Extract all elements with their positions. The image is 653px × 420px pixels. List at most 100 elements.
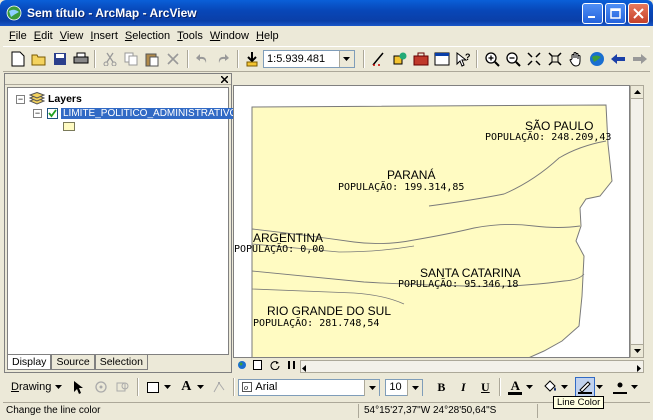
chevron-down-icon[interactable] bbox=[407, 379, 423, 396]
pause-drawing-icon[interactable] bbox=[288, 360, 296, 373]
cut-icon[interactable] bbox=[100, 49, 119, 69]
chevron-down-icon[interactable] bbox=[55, 385, 63, 389]
pan-hand-icon[interactable] bbox=[567, 49, 586, 69]
bold-button[interactable]: B bbox=[431, 377, 451, 397]
font-family-combo[interactable]: o Arial bbox=[238, 378, 381, 396]
scroll-up-button[interactable] bbox=[631, 86, 643, 99]
map-scale-combo[interactable]: 1:5.939.481 bbox=[263, 50, 355, 68]
chevron-down-icon[interactable] bbox=[364, 379, 380, 396]
back-arrow-icon[interactable] bbox=[609, 49, 628, 69]
scroll-down-button[interactable] bbox=[631, 344, 643, 357]
line-color-pen-icon[interactable] bbox=[575, 377, 596, 397]
tab-selection[interactable]: Selection bbox=[94, 355, 148, 370]
tab-display[interactable]: Display bbox=[7, 355, 52, 370]
font-color-button[interactable]: A bbox=[505, 377, 525, 397]
fixed-zoom-out-icon[interactable] bbox=[546, 49, 565, 69]
layers-stack-icon bbox=[29, 92, 45, 105]
add-data-icon[interactable] bbox=[243, 49, 262, 69]
collapse-toggle[interactable]: − bbox=[33, 108, 42, 118]
chevron-down-icon[interactable] bbox=[526, 385, 534, 389]
whats-this-help-icon[interactable]: ? bbox=[453, 49, 472, 69]
chevron-down-icon[interactable] bbox=[197, 385, 205, 389]
paste-icon[interactable] bbox=[143, 49, 162, 69]
fill-color-bucket-icon[interactable] bbox=[540, 377, 560, 397]
font-family-value: Arial bbox=[255, 381, 278, 393]
map-display[interactable]: SÃO PAULO POPULAÇÃO: 248.209,43 PARANÁ P… bbox=[233, 85, 630, 358]
menu-edit[interactable]: Edit bbox=[34, 30, 53, 42]
edit-vertices-icon[interactable] bbox=[209, 377, 229, 397]
menu-tools[interactable]: Tools bbox=[177, 30, 203, 42]
chevron-down-icon[interactable] bbox=[164, 385, 172, 389]
zoom-in-icon[interactable] bbox=[482, 49, 501, 69]
arrow-left-icon[interactable] bbox=[302, 363, 306, 375]
data-view-globe-icon[interactable] bbox=[237, 360, 247, 373]
cursor-coordinates: 54°15'27,37"W 24°28'50,64"S bbox=[358, 403, 538, 418]
full-extent-globe-icon[interactable] bbox=[588, 49, 607, 69]
layer-visibility-checkbox[interactable] bbox=[47, 107, 58, 119]
redo-icon[interactable] bbox=[214, 49, 233, 69]
italic-button[interactable]: I bbox=[453, 377, 473, 397]
new-document-icon[interactable] bbox=[8, 49, 27, 69]
copy-icon[interactable] bbox=[121, 49, 140, 69]
arrow-right-icon[interactable] bbox=[637, 363, 641, 375]
svg-text:o: o bbox=[244, 383, 248, 392]
map-vertical-scrollbar[interactable] bbox=[630, 85, 644, 358]
underline-button[interactable]: U bbox=[475, 377, 495, 397]
map-horizontal-scrollbar[interactable] bbox=[300, 359, 644, 375]
chevron-down-icon[interactable] bbox=[561, 385, 569, 389]
arrow-down-icon bbox=[633, 349, 641, 353]
menu-selection[interactable]: Selection bbox=[125, 30, 170, 42]
menu-window[interactable]: Window bbox=[210, 30, 249, 42]
delete-icon[interactable] bbox=[164, 49, 183, 69]
toolbar-separator bbox=[236, 50, 239, 68]
menu-view[interactable]: View bbox=[60, 30, 84, 42]
toc-tabs: Display Source Selection bbox=[7, 355, 148, 370]
font-size-combo[interactable]: 10 bbox=[385, 378, 424, 396]
chevron-down-icon[interactable] bbox=[338, 51, 354, 67]
layers-root-label[interactable]: Layers bbox=[48, 93, 82, 105]
text-tool-icon[interactable]: A bbox=[176, 377, 196, 397]
zoom-out-icon[interactable] bbox=[503, 49, 522, 69]
maximize-button[interactable] bbox=[605, 3, 626, 24]
collapse-toggle[interactable]: − bbox=[16, 94, 25, 104]
open-folder-icon[interactable] bbox=[29, 49, 48, 69]
standard-toolbar: 1:5.939.481 ? bbox=[3, 46, 650, 72]
layer-symbol-swatch[interactable] bbox=[63, 122, 75, 131]
arccatalog-icon[interactable] bbox=[390, 49, 409, 69]
tab-source[interactable]: Source bbox=[51, 355, 95, 370]
table-of-contents-panel: − Layers − LIMITE_POLITICO_ADMINISTRATIV… bbox=[4, 73, 240, 373]
toolbar-separator bbox=[499, 378, 502, 396]
rotate-icon[interactable] bbox=[91, 377, 111, 397]
undo-icon[interactable] bbox=[193, 49, 212, 69]
map-label-name: PARANÁ bbox=[387, 168, 436, 182]
close-icon[interactable] bbox=[221, 75, 228, 83]
layout-view-page-icon[interactable] bbox=[253, 359, 262, 373]
close-button[interactable] bbox=[628, 3, 649, 24]
menu-help[interactable]: Help bbox=[256, 30, 279, 42]
forward-arrow-icon[interactable] bbox=[630, 49, 649, 69]
layer-name[interactable]: LIMITE_POLITICO_ADMINISTRATIVO bbox=[61, 107, 240, 119]
print-icon[interactable] bbox=[71, 49, 90, 69]
rectangle-tool-icon[interactable] bbox=[143, 377, 163, 397]
menu-file[interactable]: File bbox=[9, 30, 27, 42]
arrow-up-icon bbox=[633, 90, 641, 94]
fixed-zoom-in-icon[interactable] bbox=[525, 49, 544, 69]
drawing-menu-button[interactable]: Drawing bbox=[11, 381, 51, 393]
menu-insert[interactable]: Insert bbox=[90, 30, 118, 42]
chevron-down-icon[interactable] bbox=[631, 385, 639, 389]
arctoolbox-icon[interactable] bbox=[411, 49, 430, 69]
editor-toolbar-icon[interactable] bbox=[369, 49, 388, 69]
chevron-down-icon[interactable] bbox=[596, 385, 604, 389]
zoom-to-selected-icon[interactable] bbox=[113, 377, 133, 397]
minimize-button[interactable] bbox=[582, 3, 603, 24]
map-label-population: POPULAÇÃO: 281.748,54 bbox=[253, 318, 380, 329]
select-elements-arrow-icon[interactable] bbox=[69, 377, 89, 397]
save-icon[interactable] bbox=[50, 49, 69, 69]
marker-color-icon[interactable] bbox=[610, 377, 630, 397]
map-label-name: RIO GRANDE DO SUL bbox=[267, 304, 392, 318]
refresh-view-icon[interactable] bbox=[270, 360, 280, 373]
map-label-name: ARGENTINA bbox=[253, 231, 324, 245]
command-line-icon[interactable] bbox=[432, 49, 451, 69]
toolbar-separator bbox=[94, 50, 97, 68]
toolbar-separator bbox=[186, 50, 189, 68]
